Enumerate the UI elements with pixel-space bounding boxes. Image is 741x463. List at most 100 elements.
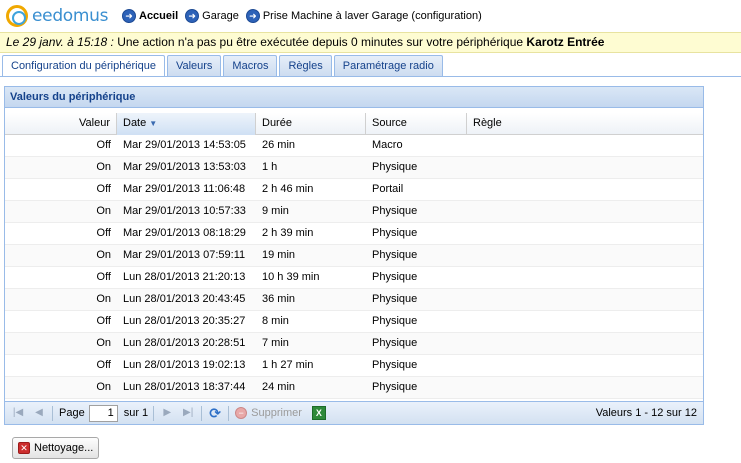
cell-date: Mar 29/01/2013 10:57:33 [123, 205, 246, 217]
cell-date: Mar 29/01/2013 11:06:48 [123, 183, 246, 195]
alert-date: Le 29 janv. à 15:18 : [6, 35, 114, 49]
alert-banner: Le 29 janv. à 15:18 : Une action n'a pas… [0, 32, 741, 53]
breadcrumb-garage[interactable]: ➜ Garage [185, 9, 239, 23]
cell-source: Physique [372, 293, 418, 305]
arrow-circle-icon: ➜ [245, 9, 260, 23]
alert-message: Une action n'a pas pu être exécutée depu… [113, 35, 527, 49]
cell-value: Off [96, 315, 111, 327]
page-number-input[interactable] [88, 404, 118, 422]
eedomus-logo[interactable]: eedomus [6, 5, 116, 27]
cell-duration: 24 min [262, 381, 296, 393]
red-x-icon: ✕ [18, 442, 30, 454]
prev-page-icon[interactable]: ◀ [31, 405, 47, 421]
cell-date: Mar 29/01/2013 07:59:11 [123, 249, 246, 261]
column-header-value[interactable]: Valeur [5, 113, 117, 135]
column-header-source[interactable]: Source [366, 113, 467, 135]
cell-duration: 10 h 39 min [262, 271, 320, 283]
cell-date: Lun 28/01/2013 20:43:45 [123, 293, 246, 305]
tab-radio-settings[interactable]: Paramétrage radio [333, 55, 443, 76]
cell-rule [467, 289, 703, 310]
cell-rule [467, 355, 703, 376]
cell-rule [467, 267, 703, 288]
cleanup-label: Nettoyage... [34, 442, 94, 454]
toolbar-separator [52, 405, 53, 421]
table-row[interactable]: On Mar 29/01/2013 10:57:33 9 min Physique [5, 201, 703, 223]
cell-source: Portail [372, 183, 404, 195]
cell-value: Off [96, 183, 111, 195]
cell-value: Off [96, 271, 111, 283]
cell-value: On [96, 337, 111, 349]
breadcrumb: ➜ Accueil ➜ Garage ➜ Prise Machine à lav… [122, 9, 489, 23]
column-header-rule[interactable]: Règle [467, 113, 703, 135]
table-row[interactable]: On Mar 29/01/2013 07:59:11 19 min Physique [5, 245, 703, 267]
table-row[interactable]: On Lun 28/01/2013 18:37:44 24 min Physique [5, 377, 703, 399]
breadcrumb-home-label: Accueil [139, 10, 179, 22]
cell-source: Physique [372, 381, 418, 393]
next-page-icon[interactable]: ▶ [159, 405, 175, 421]
table-row[interactable]: Off Lun 28/01/2013 20:35:27 8 min Physique [5, 311, 703, 333]
toolbar-separator [228, 405, 230, 421]
table-row[interactable]: On Lun 28/01/2013 20:28:51 7 min Physique [5, 333, 703, 355]
tab-rules[interactable]: Règles [279, 55, 332, 76]
page-total-label: sur 1 [123, 407, 149, 419]
breadcrumb-home[interactable]: ➜ Accueil [122, 9, 178, 23]
breadcrumb-garage-label: Garage [202, 10, 239, 22]
alert-device: Karotz Entrée [526, 35, 605, 49]
toolbar-separator [201, 405, 203, 421]
table-row[interactable]: On Mar 29/01/2013 13:53:03 1 h Physique [5, 157, 703, 179]
grid-body: Off Mar 29/01/2013 14:53:05 26 min Macro On M… [5, 135, 703, 399]
cell-rule [467, 201, 703, 222]
column-header-rule-label: Règle [473, 117, 502, 129]
cell-date: Mar 29/01/2013 08:18:29 [123, 227, 246, 239]
cell-source: Physique [372, 315, 418, 327]
tab-bar: Configuration du périphérique Valeurs Ma… [0, 54, 741, 77]
cell-source: Physique [372, 337, 418, 349]
last-page-icon[interactable]: ▶| [180, 405, 196, 421]
tab-configuration[interactable]: Configuration du périphérique [2, 55, 165, 76]
cell-duration: 1 h [262, 161, 278, 173]
cell-duration: 1 h 27 min [262, 359, 314, 371]
panel-title: Valeurs du périphérique [5, 87, 703, 108]
table-row[interactable]: Off Mar 29/01/2013 14:53:05 26 min Macro [5, 135, 703, 157]
breadcrumb-device[interactable]: ➜ Prise Machine à laver Garage (configur… [245, 9, 482, 23]
cell-rule [467, 333, 703, 354]
arrow-circle-icon: ➜ [185, 9, 200, 23]
tab-values[interactable]: Valeurs [166, 55, 222, 76]
column-header-source-label: Source [372, 117, 407, 129]
cell-rule [467, 245, 703, 266]
cell-value: On [96, 161, 111, 173]
table-row[interactable]: Off Lun 28/01/2013 19:02:13 1 h 27 min Phys… [5, 355, 703, 377]
table-row[interactable]: Off Mar 29/01/2013 11:06:48 2 h 46 min Port… [5, 179, 703, 201]
cell-rule [467, 311, 703, 332]
excel-icon[interactable]: X [311, 406, 326, 420]
grid-header: Valeur Date ▼ Durée Source Règle [5, 113, 703, 135]
cell-duration: 26 min [262, 139, 296, 151]
cell-duration: 2 h 46 min [262, 183, 314, 195]
paging-info: Valeurs 1 - 12 sur 12 [595, 407, 697, 419]
toolbar-separator [153, 405, 155, 421]
delete-label: Supprimer [251, 407, 302, 419]
table-row[interactable]: Off Lun 28/01/2013 21:20:13 10 h 39 min Phy… [5, 267, 703, 289]
logo-text: eedomus [32, 6, 109, 26]
first-page-icon[interactable]: |◀ [10, 405, 26, 421]
column-header-duration[interactable]: Durée [256, 113, 366, 135]
cell-duration: 19 min [262, 249, 296, 261]
cell-rule [467, 179, 703, 200]
cell-rule [467, 223, 703, 244]
cell-value: On [96, 381, 111, 393]
arrow-circle-icon: ➜ [122, 9, 136, 23]
logo-icon [6, 5, 28, 27]
column-header-date[interactable]: Date ▼ [117, 113, 256, 135]
cell-value: On [96, 293, 111, 305]
delete-button[interactable]: − Supprimer [235, 407, 302, 419]
refresh-icon[interactable]: ⟳ [207, 405, 223, 421]
breadcrumb-device-label: Prise Machine à laver Garage (configurat… [262, 10, 482, 22]
cell-source: Macro [372, 139, 403, 151]
top-bar: eedomus ➜ Accueil ➜ Garage ➜ Prise Machi… [0, 0, 741, 32]
tab-macros[interactable]: Macros [223, 55, 278, 76]
table-row[interactable]: On Lun 28/01/2013 20:43:45 36 min Physique [5, 289, 703, 311]
cell-date: Lun 28/01/2013 18:37:44 [123, 381, 246, 393]
cleanup-button[interactable]: ✕ Nettoyage... [12, 437, 100, 459]
table-row[interactable]: Off Mar 29/01/2013 08:18:29 2 h 39 min Phys… [5, 223, 703, 245]
cell-value: On [96, 205, 111, 217]
